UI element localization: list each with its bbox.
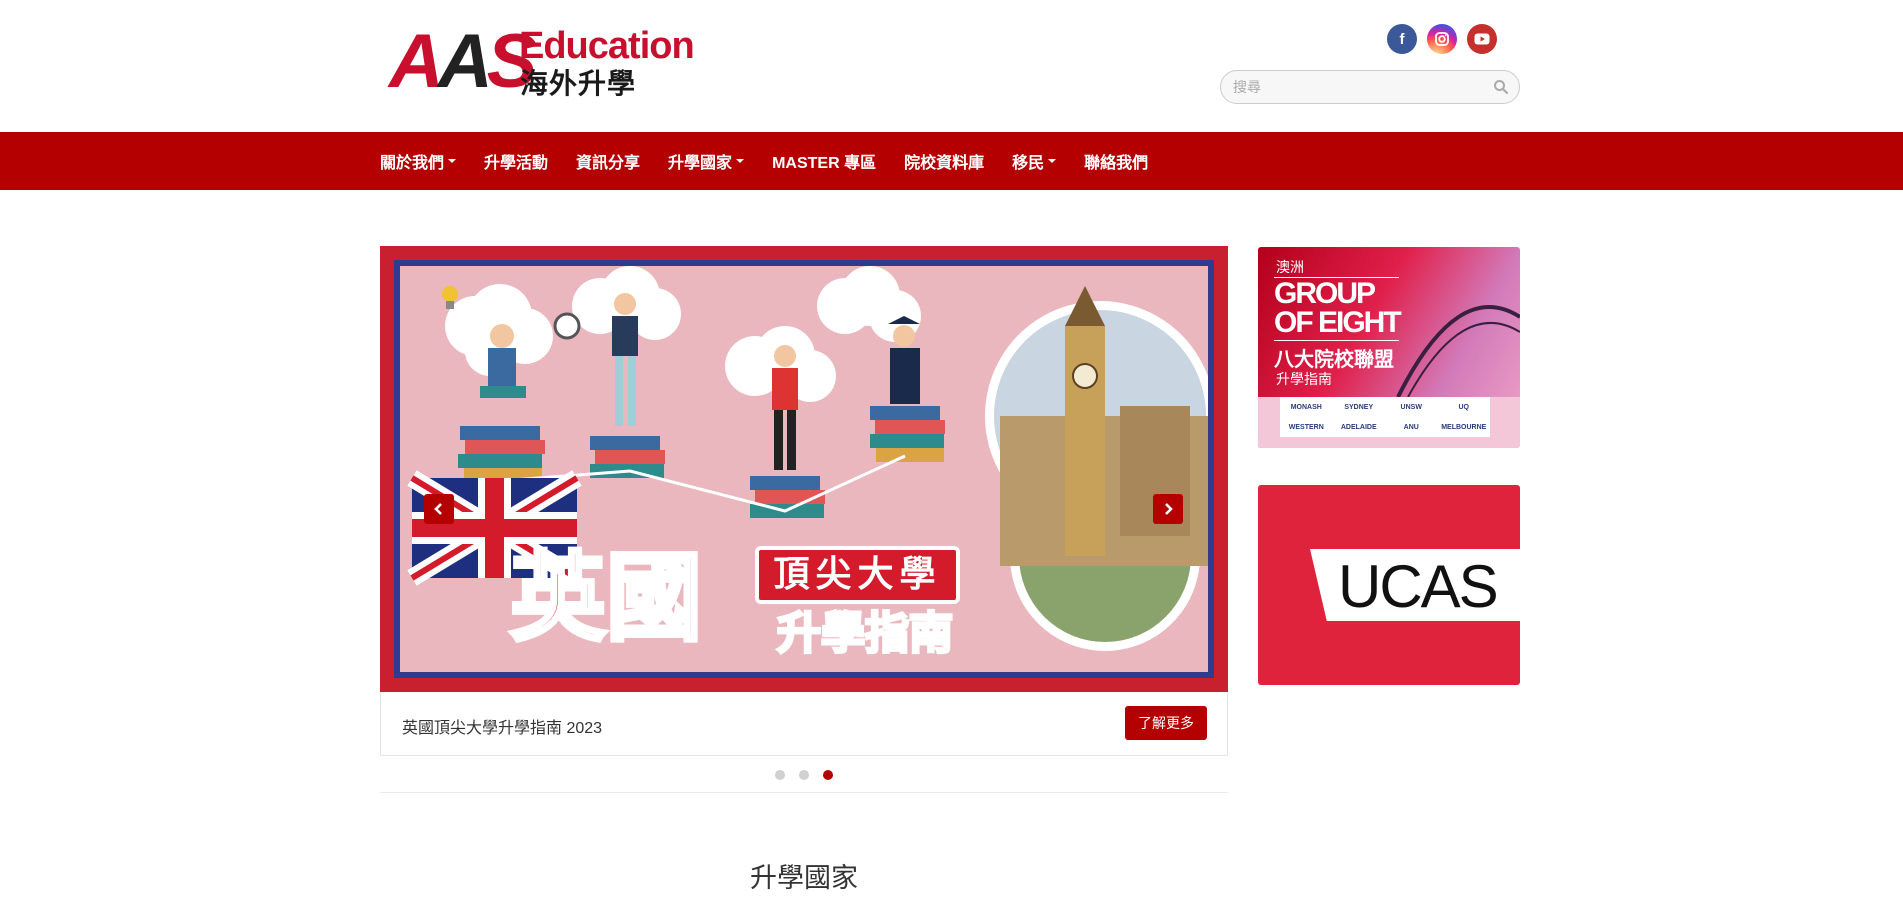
- carousel-dot-2[interactable]: [799, 770, 809, 780]
- chevron-right-icon: [1165, 503, 1173, 515]
- logo-mark: AAS: [389, 19, 537, 104]
- go8-ad-banner[interactable]: 澳洲 GROUP OF EIGHT 八大院校聯盟 升學指南 MONASH SYDN…: [1258, 247, 1520, 448]
- slide-badge-top: 頂尖大學: [755, 546, 960, 604]
- carousel-dot-3[interactable]: [823, 770, 833, 780]
- university-logos: MONASH SYDNEY UNSW UQ WESTERN ADELAIDE ANU MEL…: [1280, 397, 1490, 437]
- ad-region: 澳洲: [1276, 259, 1304, 275]
- search-box: [1220, 70, 1520, 104]
- carousel-next-button[interactable]: [1153, 494, 1183, 524]
- nav-item-master[interactable]: MASTER 專區: [772, 149, 876, 173]
- ucas-ad-banner[interactable]: UCAS: [1258, 485, 1520, 685]
- slide-badge-bottom: 升學指南: [776, 607, 955, 661]
- chevron-down-icon: [736, 159, 745, 163]
- search-icon[interactable]: [1493, 79, 1509, 95]
- chevron-down-icon: [448, 159, 457, 163]
- nav-item-about[interactable]: 關於我們: [380, 149, 457, 173]
- youtube-icon[interactable]: [1467, 24, 1497, 54]
- logo-education-text: Education: [519, 25, 695, 67]
- social-links: f: [1387, 24, 1497, 54]
- search-input[interactable]: [1233, 71, 1483, 103]
- slide-banner: 英國 頂尖大學 升學指南: [394, 260, 1215, 678]
- facebook-icon[interactable]: f: [1387, 24, 1417, 54]
- carousel-dot-1[interactable]: [775, 770, 785, 780]
- slide-headline: 英國: [508, 542, 704, 654]
- section-title: 升學國家: [750, 863, 858, 894]
- carousel-caption: 英國頂尖大學升學指南 2023 了解更多: [380, 692, 1228, 756]
- nav-item-events[interactable]: 升學活動: [484, 149, 548, 173]
- site-logo[interactable]: AAS Education 海外升學: [389, 19, 695, 104]
- learn-more-button[interactable]: 了解更多: [1125, 706, 1207, 740]
- ad-zh-title: 八大院校聯盟: [1274, 349, 1394, 371]
- site-header: AAS Education 海外升學 f: [0, 0, 1903, 132]
- ad-heading-line2: OF EIGHT: [1274, 306, 1402, 339]
- main-nav: 關於我們 升學活動 資訊分享 升學國家 MASTER 專區 院校資料庫 移民 聯…: [0, 132, 1903, 190]
- nav-item-info[interactable]: 資訊分享: [576, 149, 640, 173]
- carousel-indicators: [380, 770, 1228, 780]
- nav-item-contact[interactable]: 聯絡我們: [1084, 149, 1148, 173]
- nav-item-immigration[interactable]: 移民: [1012, 149, 1057, 173]
- ad-heading-line1: GROUP: [1274, 277, 1376, 310]
- chevron-left-icon: [434, 503, 442, 515]
- logo-subtitle: 海外升學: [520, 68, 637, 99]
- ucas-logo-text: UCAS: [1338, 553, 1499, 620]
- nav-item-school-database[interactable]: 院校資料庫: [904, 149, 984, 173]
- carousel-prev-button[interactable]: [424, 494, 454, 524]
- nav-item-countries[interactable]: 升學國家: [668, 149, 745, 173]
- hero-carousel: 英國 頂尖大學 升學指南 英國頂尖大學升學指南 2023 了解更多: [380, 246, 1228, 756]
- caption-title: 英國頂尖大學升學指南 2023: [402, 720, 603, 737]
- ad-subtitle: 升學指南: [1276, 371, 1332, 387]
- divider: [380, 792, 1228, 793]
- instagram-icon[interactable]: [1427, 24, 1457, 54]
- chevron-down-icon: [1048, 159, 1057, 163]
- carousel-slide[interactable]: 英國 頂尖大學 升學指南: [380, 246, 1228, 692]
